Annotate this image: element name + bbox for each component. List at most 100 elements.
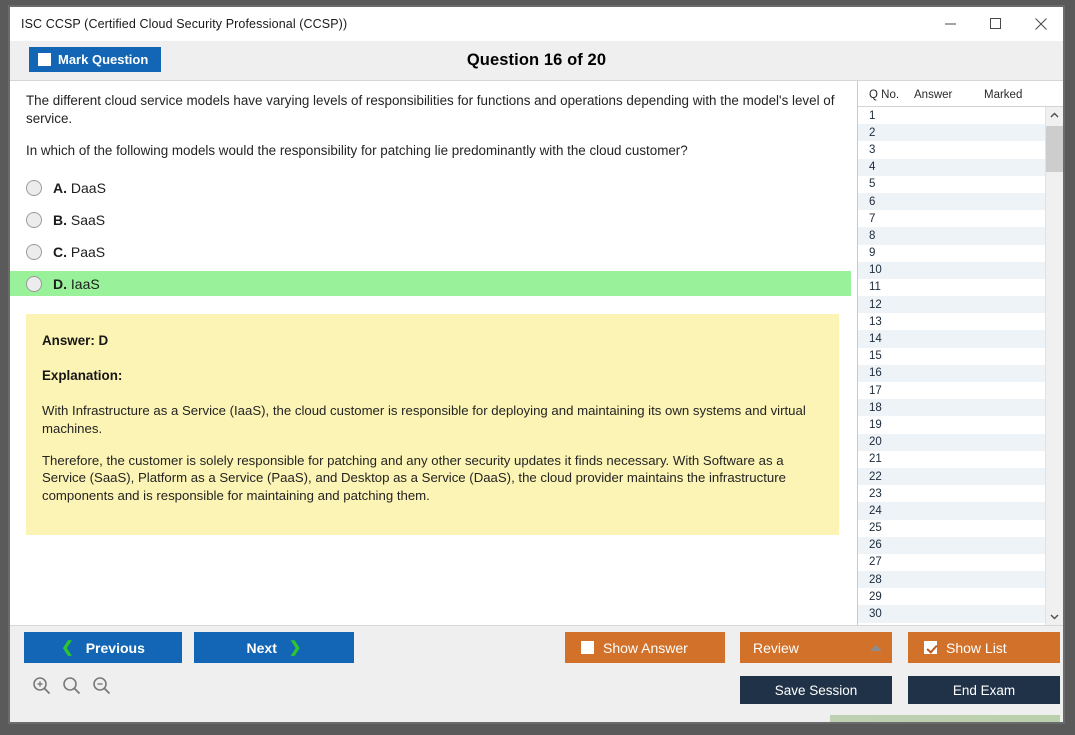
cell-question-number: 3: [858, 144, 914, 156]
mark-question-button[interactable]: Mark Question: [29, 47, 161, 72]
radio-icon-a[interactable]: [26, 180, 42, 196]
review-label: Review: [753, 640, 799, 656]
cell-question-number: 17: [858, 385, 914, 397]
table-row[interactable]: 6: [858, 193, 1045, 210]
cell-question-number: 4: [858, 161, 914, 173]
title-bar: ISC CCSP (Certified Cloud Security Profe…: [10, 7, 1063, 41]
end-exam-label: End Exam: [953, 683, 1015, 698]
maximize-icon[interactable]: [973, 7, 1018, 40]
show-answer-label: Show Answer: [603, 640, 688, 656]
cell-question-number: 16: [858, 367, 914, 379]
table-row[interactable]: 19: [858, 416, 1045, 433]
save-session-button[interactable]: Save Session: [740, 676, 892, 704]
header-bar: Mark Question Question 16 of 20: [10, 41, 1063, 81]
show-answer-checkbox-icon[interactable]: [581, 641, 594, 654]
table-row[interactable]: 29: [858, 588, 1045, 605]
table-row[interactable]: 3: [858, 141, 1045, 158]
table-row[interactable]: 30: [858, 605, 1045, 622]
scrollbar-track[interactable]: [1046, 124, 1063, 608]
zoom-in-icon[interactable]: [32, 676, 51, 700]
radio-icon-d[interactable]: [26, 276, 42, 292]
table-row[interactable]: 1: [858, 107, 1045, 124]
table-row[interactable]: 21: [858, 451, 1045, 468]
table-row[interactable]: 15: [858, 348, 1045, 365]
cell-question-number: 22: [858, 471, 914, 483]
table-row[interactable]: 16: [858, 365, 1045, 382]
cell-question-number: 6: [858, 196, 914, 208]
screen-edge-tint: [830, 715, 1060, 722]
table-row[interactable]: 26: [858, 537, 1045, 554]
option-b-label: B. SaaS: [53, 212, 105, 228]
cell-question-number: 28: [858, 574, 914, 586]
previous-label: Previous: [86, 640, 145, 656]
mark-question-checkbox-icon[interactable]: [38, 53, 51, 66]
show-answer-button[interactable]: Show Answer: [565, 632, 725, 663]
column-header-marked: Marked: [984, 89, 1063, 101]
zoom-reset-icon[interactable]: [62, 676, 81, 700]
table-row[interactable]: 7: [858, 210, 1045, 227]
table-row[interactable]: 11: [858, 279, 1045, 296]
table-row[interactable]: 20: [858, 434, 1045, 451]
cell-question-number: 2: [858, 127, 914, 139]
table-row[interactable]: 22: [858, 468, 1045, 485]
show-list-button[interactable]: Show List: [908, 632, 1060, 663]
question-paragraph-1: The different cloud service models have …: [26, 92, 839, 128]
option-c[interactable]: C. PaaS: [10, 239, 857, 264]
explanation-paragraph-1: With Infrastructure as a Service (IaaS),…: [42, 402, 823, 437]
previous-button[interactable]: ❮ Previous: [24, 632, 182, 663]
table-row[interactable]: 5: [858, 176, 1045, 193]
option-c-label: C. PaaS: [53, 244, 105, 260]
table-row[interactable]: 24: [858, 502, 1045, 519]
show-list-label: Show List: [946, 640, 1007, 656]
zoom-out-icon[interactable]: [92, 676, 111, 700]
show-list-checkbox-icon[interactable]: [924, 641, 937, 654]
question-list-scrollbar[interactable]: [1045, 107, 1063, 625]
minimize-icon[interactable]: [928, 7, 973, 40]
question-list-header: Q No. Answer Marked: [858, 81, 1063, 107]
cell-question-number: 11: [858, 281, 914, 293]
chevron-up-icon: [870, 645, 882, 651]
table-row[interactable]: 23: [858, 485, 1045, 502]
window-controls: [928, 7, 1063, 40]
column-header-qno: Q No.: [858, 89, 914, 101]
option-b[interactable]: B. SaaS: [10, 207, 857, 232]
next-button[interactable]: Next ❯: [194, 632, 354, 663]
cell-question-number: 25: [858, 522, 914, 534]
radio-icon-c[interactable]: [26, 244, 42, 260]
close-icon[interactable]: [1018, 7, 1063, 40]
question-list-body: 1234567891011121314151617181920212223242…: [858, 107, 1063, 625]
scroll-up-icon[interactable]: [1046, 107, 1063, 124]
table-row[interactable]: 13: [858, 313, 1045, 330]
cell-question-number: 7: [858, 213, 914, 225]
radio-icon-b[interactable]: [26, 212, 42, 228]
table-row[interactable]: 28: [858, 571, 1045, 588]
option-d[interactable]: D. IaaS: [10, 271, 851, 296]
table-row[interactable]: 10: [858, 262, 1045, 279]
table-row[interactable]: 8: [858, 227, 1045, 244]
cell-question-number: 19: [858, 419, 914, 431]
table-row[interactable]: 2: [858, 124, 1045, 141]
cell-question-number: 5: [858, 178, 914, 190]
cell-question-number: 15: [858, 350, 914, 362]
table-row[interactable]: 12: [858, 296, 1045, 313]
table-row[interactable]: 14: [858, 330, 1045, 347]
cell-question-number: 26: [858, 539, 914, 551]
end-exam-button[interactable]: End Exam: [908, 676, 1060, 704]
cell-question-number: 30: [858, 608, 914, 620]
table-row[interactable]: 17: [858, 382, 1045, 399]
page-title: Question 16 of 20: [10, 51, 1063, 70]
scroll-down-icon[interactable]: [1046, 608, 1063, 625]
cell-question-number: 12: [858, 299, 914, 311]
footer-toolbar: ❮ Previous Next ❯ Show Answer Review Sho…: [10, 625, 1063, 722]
table-row[interactable]: 25: [858, 520, 1045, 537]
review-dropdown-button[interactable]: Review: [740, 632, 892, 663]
explanation-panel: Answer: D Explanation: With Infrastructu…: [26, 314, 839, 534]
table-row[interactable]: 27: [858, 554, 1045, 571]
table-row[interactable]: 18: [858, 399, 1045, 416]
scrollbar-thumb[interactable]: [1046, 126, 1063, 172]
table-row[interactable]: 4: [858, 159, 1045, 176]
window-title: ISC CCSP (Certified Cloud Security Profe…: [10, 17, 347, 31]
option-a[interactable]: A. DaaS: [10, 175, 857, 200]
application-window: ISC CCSP (Certified Cloud Security Profe…: [8, 5, 1065, 724]
table-row[interactable]: 9: [858, 245, 1045, 262]
